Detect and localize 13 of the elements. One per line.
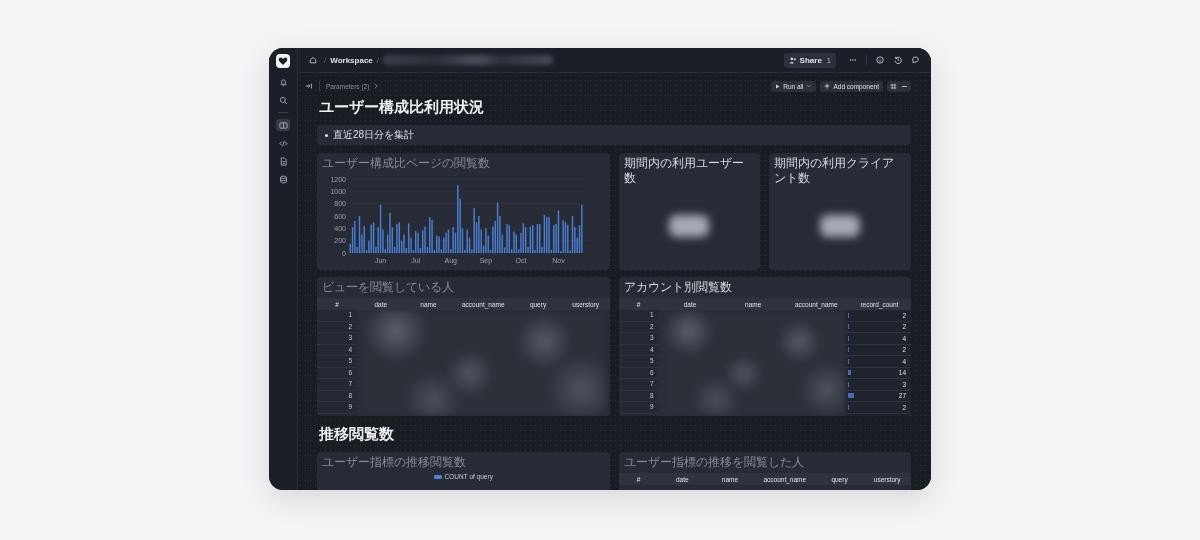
- breadcrumb-link[interactable]: Workspace: [330, 55, 373, 65]
- card-title: ユーザー構成比ページの閲覧数: [321, 155, 491, 172]
- card-title: アカウント別閲覧数: [622, 279, 733, 296]
- bullet-text: 直近28日分を集計: [333, 128, 415, 142]
- card-title: 期間内の利用クライアント数: [773, 155, 896, 187]
- card-title: 期間内の利用ユーザー数: [622, 155, 745, 187]
- breadcrumb-separator: /: [376, 55, 379, 65]
- page-title: ユーザー構成比利用状況: [319, 97, 485, 117]
- card-title: ユーザー指標の推移を閲覧した人: [622, 454, 805, 471]
- breadcrumb-separator: /: [324, 55, 327, 65]
- section-title: 推移閲覧数: [319, 424, 395, 444]
- card-title: ビューを閲覧している人: [321, 279, 455, 296]
- card-title: ユーザー指標の推移閲覧数: [321, 454, 467, 471]
